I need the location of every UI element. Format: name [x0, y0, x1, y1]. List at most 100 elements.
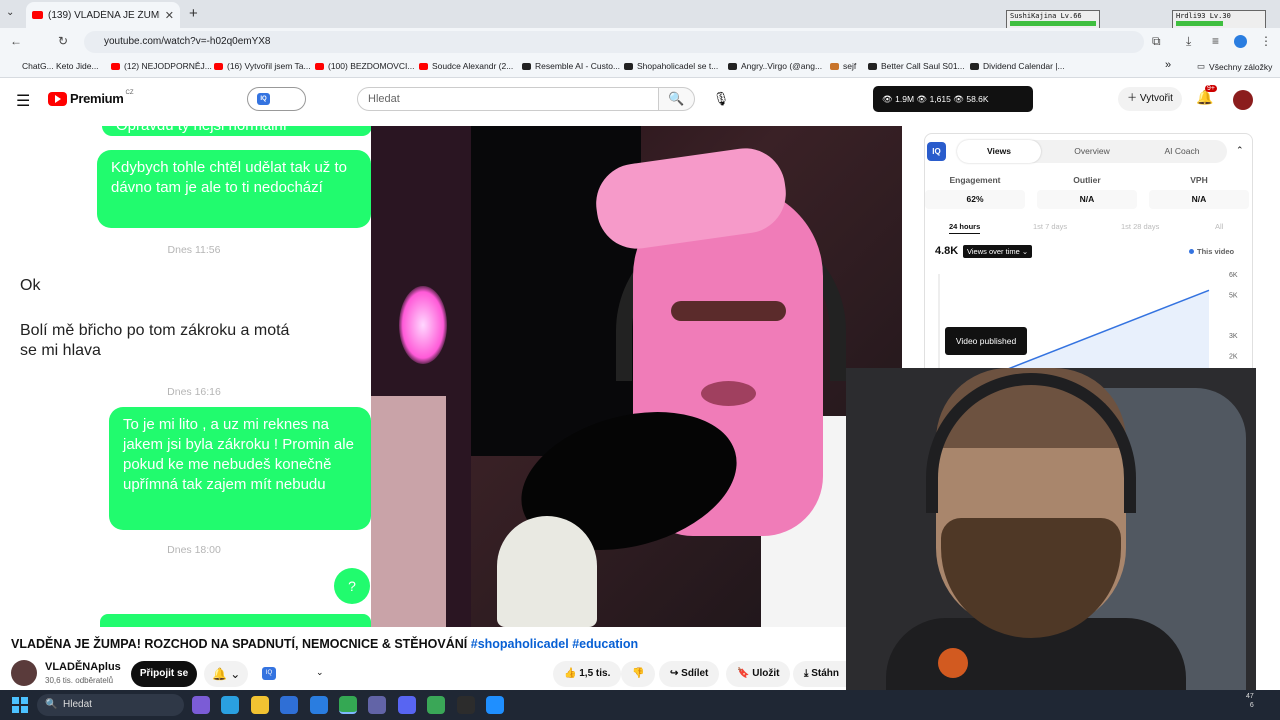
- dislike-button[interactable]: 👎: [621, 661, 656, 687]
- like-button[interactable]: 👍 1,5 tis.: [553, 661, 622, 687]
- address-bar[interactable]: youtube.com/watch?v=-h02q0emYX8: [84, 31, 1144, 53]
- bookmark-item[interactable]: ChatG... Keto Jide...: [22, 61, 99, 71]
- browser-menu-icon[interactable]: ⋮: [1260, 34, 1272, 48]
- tiktok-icon: [728, 62, 737, 70]
- windows-start-icon[interactable]: [12, 697, 28, 713]
- teams-icon[interactable]: [368, 696, 387, 714]
- bookmark-item[interactable]: Angry..Virgo (@ang...: [728, 61, 822, 71]
- vidiq-icon: IQ: [257, 93, 270, 105]
- bookmark-item[interactable]: (12) NEJODPORNĚJ...: [111, 61, 212, 71]
- bookmark-item[interactable]: Soudce Alexandr (2...: [419, 61, 513, 71]
- legend-label: This video: [1197, 247, 1235, 256]
- voice-search-icon[interactable]: 🎙: [708, 87, 734, 111]
- tab-list-button[interactable]: ⌄: [6, 7, 14, 18]
- browser-tab-strip: ⌄ (139) VLADĚNA JE ŽUMPA! ROZ ✕ + SushiK…: [0, 0, 1280, 29]
- chat-bubble-partial: [100, 614, 371, 627]
- chat-timestamp: Dnes 18:00: [167, 544, 221, 556]
- system-clock[interactable]: 47 6: [1246, 692, 1254, 710]
- camera-feed: [371, 126, 902, 627]
- store-icon[interactable]: [280, 696, 299, 714]
- youtube-icon: [214, 62, 223, 70]
- video-title-text: VLADĚNA JE ŽUMPA! ROZCHOD NA SPADNUTÍ, N…: [11, 637, 468, 651]
- hashtag-link[interactable]: #shopaholicadel: [471, 637, 569, 651]
- game-hud-name: Hrdli93 Lv.30: [1176, 12, 1231, 20]
- views-total: 4.8K: [935, 245, 959, 257]
- copilot-icon[interactable]: [192, 696, 210, 714]
- video-player[interactable]: Opravdu ty nejsi normální Kdybych tohle …: [0, 126, 902, 627]
- download-button[interactable]: ⤓ Stáhn: [793, 661, 846, 687]
- youtube-premium-logo[interactable]: Premium CZ: [48, 89, 134, 106]
- back-arrow-icon[interactable]: ←: [10, 34, 22, 48]
- hashtag-link[interactable]: #education: [572, 637, 638, 651]
- views-over-time-select[interactable]: Views over time ⌄: [963, 245, 1033, 258]
- menu-icon[interactable]: ☰: [16, 91, 30, 111]
- notifications-icon[interactable]: 🔔 9+: [1196, 85, 1217, 106]
- chat-timestamp: Dnes 16:16: [167, 386, 221, 398]
- bookmark-item[interactable]: Shopaholicadel se t...: [624, 61, 718, 71]
- range-24-hours[interactable]: 24 hours: [949, 222, 981, 234]
- range-first-28-days[interactable]: 1st 28 days: [1121, 222, 1159, 231]
- share-button[interactable]: ↪ Sdílet: [659, 661, 720, 687]
- url-text: youtube.com/watch?v=-h02q0emYX8: [104, 36, 271, 47]
- discord-icon[interactable]: [397, 696, 416, 714]
- range-all[interactable]: All: [1215, 222, 1223, 231]
- game-hud-name: SushiKajina Lv.66: [1010, 12, 1082, 20]
- bookmark-item[interactable]: (16) Vytvořil jsem Ta...: [214, 61, 311, 71]
- new-tab-button[interactable]: +: [189, 5, 198, 22]
- x-icon: [624, 62, 633, 70]
- create-button[interactable]: ＋ Vytvořit: [1118, 87, 1182, 111]
- tab-views[interactable]: Views: [957, 140, 1041, 163]
- search-input[interactable]: Hledat: [357, 87, 659, 111]
- bookmark-item[interactable]: (100) BEZDOMOVCI...: [315, 61, 414, 71]
- app-icon[interactable]: [486, 696, 504, 714]
- taskbar-search-input[interactable]: 🔍 Hledat: [37, 694, 184, 716]
- chrome-icon[interactable]: [339, 696, 357, 714]
- tab-close-icon[interactable]: ✕: [165, 9, 174, 22]
- extensions-icon[interactable]: ⧉: [1152, 34, 1161, 49]
- user-avatar[interactable]: [1233, 90, 1253, 110]
- clock-line: 6: [1249, 702, 1254, 709]
- resemble-icon: [522, 62, 531, 70]
- app-icon[interactable]: [456, 696, 475, 714]
- logo-region: CZ: [125, 89, 134, 96]
- file-explorer-icon[interactable]: [250, 696, 269, 714]
- y-tick-label: 2K: [1229, 353, 1238, 360]
- download-icon[interactable]: ⤓: [1186, 34, 1191, 49]
- tab-overview[interactable]: Overview: [1047, 140, 1137, 163]
- subscribe-bell-button[interactable]: 🔔 ⌄: [204, 661, 248, 687]
- channel-avatar[interactable]: [11, 660, 37, 686]
- vidiq-logo-icon: IQ: [927, 142, 946, 161]
- reload-icon[interactable]: ↻: [58, 34, 68, 48]
- join-button[interactable]: Připojit se: [131, 661, 197, 687]
- vidiq-icon[interactable]: IQ: [262, 667, 276, 680]
- save-button[interactable]: 🔖 Uložit: [726, 661, 791, 687]
- logo-text: Premium: [70, 91, 124, 106]
- bookmark-item[interactable]: sejf: [830, 61, 856, 71]
- bookmark-item[interactable]: Resemble AI - Custo...: [522, 61, 620, 71]
- minecraft-icon[interactable]: [427, 696, 446, 714]
- game-hud-hp-bar: [1176, 21, 1224, 26]
- bookmarks-overflow-icon[interactable]: »: [1165, 59, 1171, 71]
- bookmarks-bar: ChatG... Keto Jide... (12) NEJODPORNĚJ..…: [0, 55, 1280, 78]
- chevron-down-icon[interactable]: ⌄: [316, 667, 324, 678]
- youtube-icon: [315, 62, 324, 70]
- chart-tooltip: Video published: [945, 327, 1027, 355]
- chat-bubble: Kdybych tohle chtěl udělat tak už to dáv…: [97, 150, 371, 228]
- channel-name[interactable]: VLADĚNAplus: [45, 661, 121, 673]
- edge-icon[interactable]: [221, 696, 240, 714]
- browser-toolbar: ← ↻ youtube.com/watch?v=-h02q0emYX8 ⧉ ⤓ …: [0, 28, 1280, 55]
- vidiq-toggle-button[interactable]: IQ: [247, 87, 306, 111]
- tab-ai-coach[interactable]: AI Coach: [1137, 140, 1227, 163]
- bookmark-item[interactable]: Dividend Calendar |...: [970, 61, 1065, 71]
- youtube-favicon-icon: [32, 11, 43, 19]
- range-first-7-days[interactable]: 1st 7 days: [1033, 222, 1067, 231]
- collapse-chevron-icon[interactable]: ⌃: [1236, 145, 1244, 156]
- vidiq-tabs: Views Overview AI Coach: [957, 140, 1227, 163]
- profile-avatar-icon[interactable]: [1234, 35, 1247, 48]
- search-button[interactable]: 🔍: [659, 87, 695, 111]
- outlook-icon[interactable]: [309, 696, 328, 714]
- bookmark-item[interactable]: Better Call Saul S01...: [868, 61, 965, 71]
- all-bookmarks[interactable]: ▭ Všechny záložky: [1197, 61, 1272, 72]
- media-icon[interactable]: ≡: [1212, 34, 1219, 48]
- browser-tab-active[interactable]: (139) VLADĚNA JE ŽUMPA! ROZ ✕: [26, 2, 180, 28]
